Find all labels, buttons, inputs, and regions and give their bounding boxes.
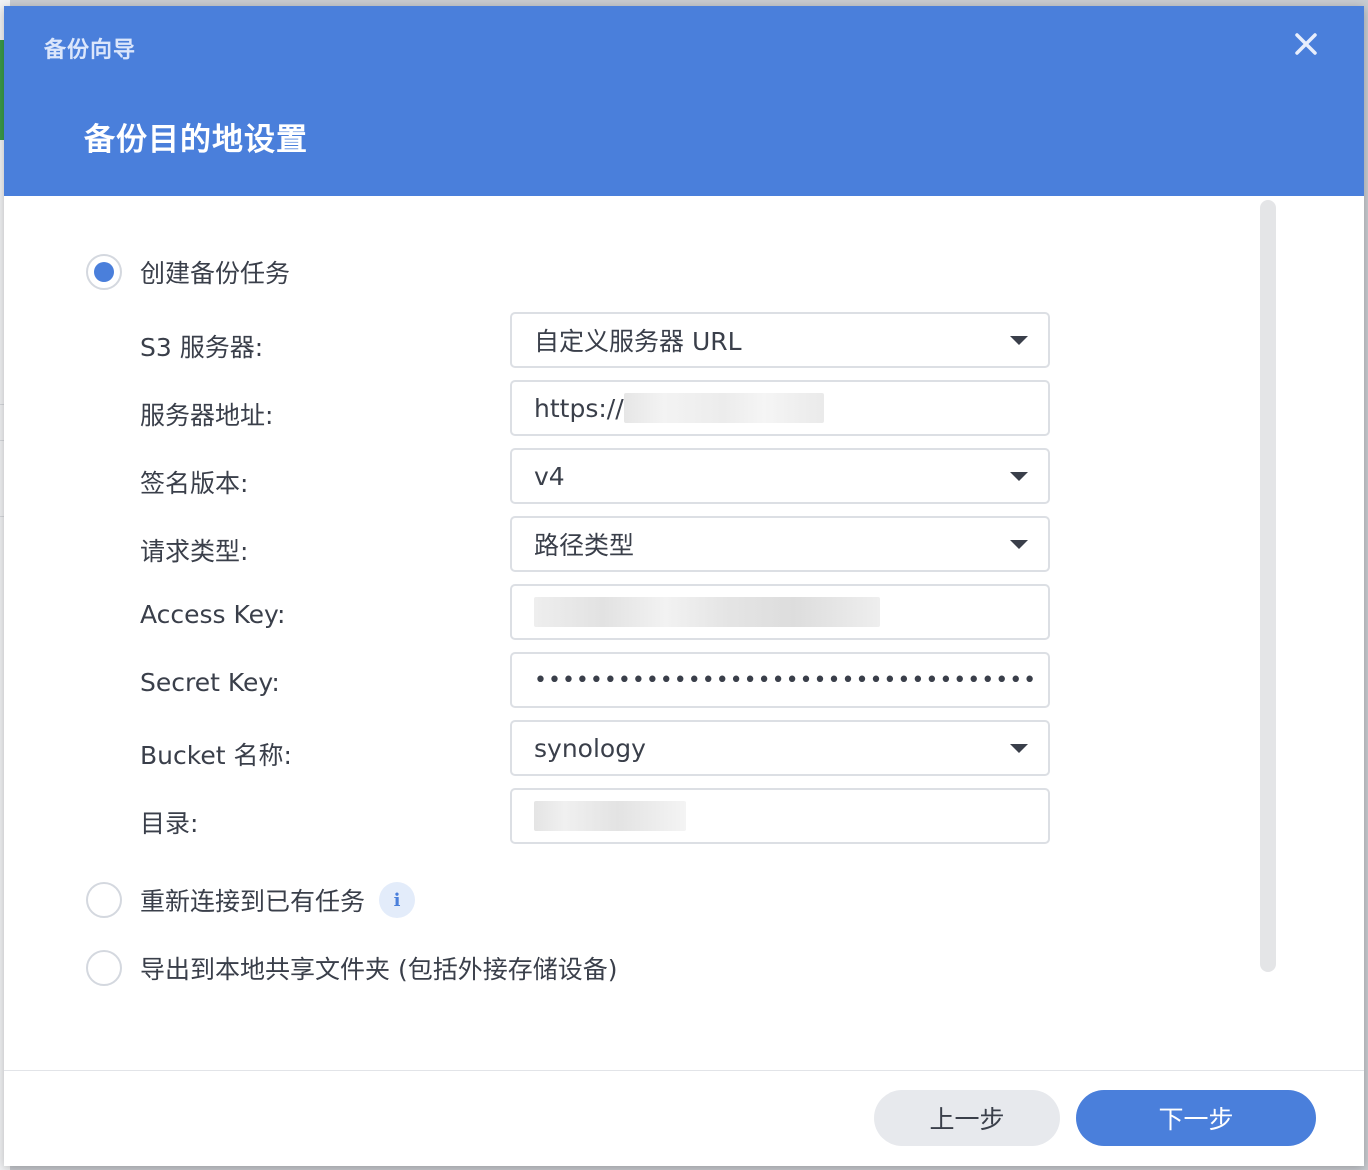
redacted-text [534,597,880,627]
option-create-task-label: 创建备份任务 [140,259,291,288]
option-reconnect-task-label: 重新连接到已有任务 [140,887,366,916]
radio-create-task[interactable] [86,254,122,290]
access-key-label: Access Key: [140,600,286,629]
server-address-value: https:// [534,393,624,423]
directory-input[interactable] [510,788,1050,844]
prev-button[interactable]: 上一步 [874,1090,1060,1146]
request-type-value: 路径类型 [534,531,635,560]
chevron-down-icon [1010,744,1028,753]
info-icon[interactable]: i [379,882,416,918]
backup-wizard-dialog: 备份向导 备份目的地设置 创建备份任务 S3 服务器: 自定义服务器 URL 服… [4,6,1364,1166]
close-button[interactable] [1290,28,1322,60]
redacted-text [623,393,824,423]
secret-key-value: •••••••••••••••••••••••••••••••••••••• [534,667,1034,693]
scrollbar[interactable] [1260,200,1276,972]
close-icon [1295,33,1317,55]
footer-divider [4,1070,1364,1071]
signature-version-select[interactable]: v4 [510,448,1050,504]
secret-key-input[interactable]: •••••••••••••••••••••••••••••••••••••• [510,652,1050,708]
chevron-down-icon [1010,336,1028,345]
bucket-name-label: Bucket 名称: [140,741,292,770]
directory-label: 目录: [140,809,199,838]
redacted-text [534,801,686,831]
s3-server-label: S3 服务器: [140,333,264,362]
access-key-input[interactable] [510,584,1050,640]
radio-reconnect-task[interactable] [86,882,122,918]
radio-export-local[interactable] [86,950,122,986]
chevron-down-icon [1010,540,1028,549]
bucket-name-select[interactable]: synology [510,720,1050,776]
option-reconnect-task[interactable]: 重新连接到已有任务 i [86,882,416,918]
signature-version-value: v4 [534,461,565,491]
server-address-label: 服务器地址: [140,401,274,430]
secret-key-label: Secret Key: [140,668,280,697]
bucket-name-value: synology [534,733,646,763]
next-button[interactable]: 下一步 [1076,1090,1316,1146]
s3-server-select[interactable]: 自定义服务器 URL [510,312,1050,368]
option-export-local[interactable]: 导出到本地共享文件夹 (包括外接存储设备) [86,950,617,986]
window-title: 备份向导 [44,38,137,63]
radio-checked-dot [94,262,114,282]
option-create-task[interactable]: 创建备份任务 [86,254,290,290]
s3-server-value: 自定义服务器 URL [534,327,742,356]
dialog-header: 备份向导 备份目的地设置 [4,6,1364,196]
chevron-down-icon [1010,472,1028,481]
dialog-content: 创建备份任务 S3 服务器: 自定义服务器 URL 服务器地址: https:/… [4,196,1364,1070]
server-address-input[interactable]: https:// [510,380,1050,436]
request-type-label: 请求类型: [140,537,249,566]
option-export-local-label: 导出到本地共享文件夹 (包括外接存储设备) [140,955,618,984]
step-title: 备份目的地设置 [84,122,308,158]
request-type-select[interactable]: 路径类型 [510,516,1050,572]
signature-version-label: 签名版本: [140,469,249,498]
